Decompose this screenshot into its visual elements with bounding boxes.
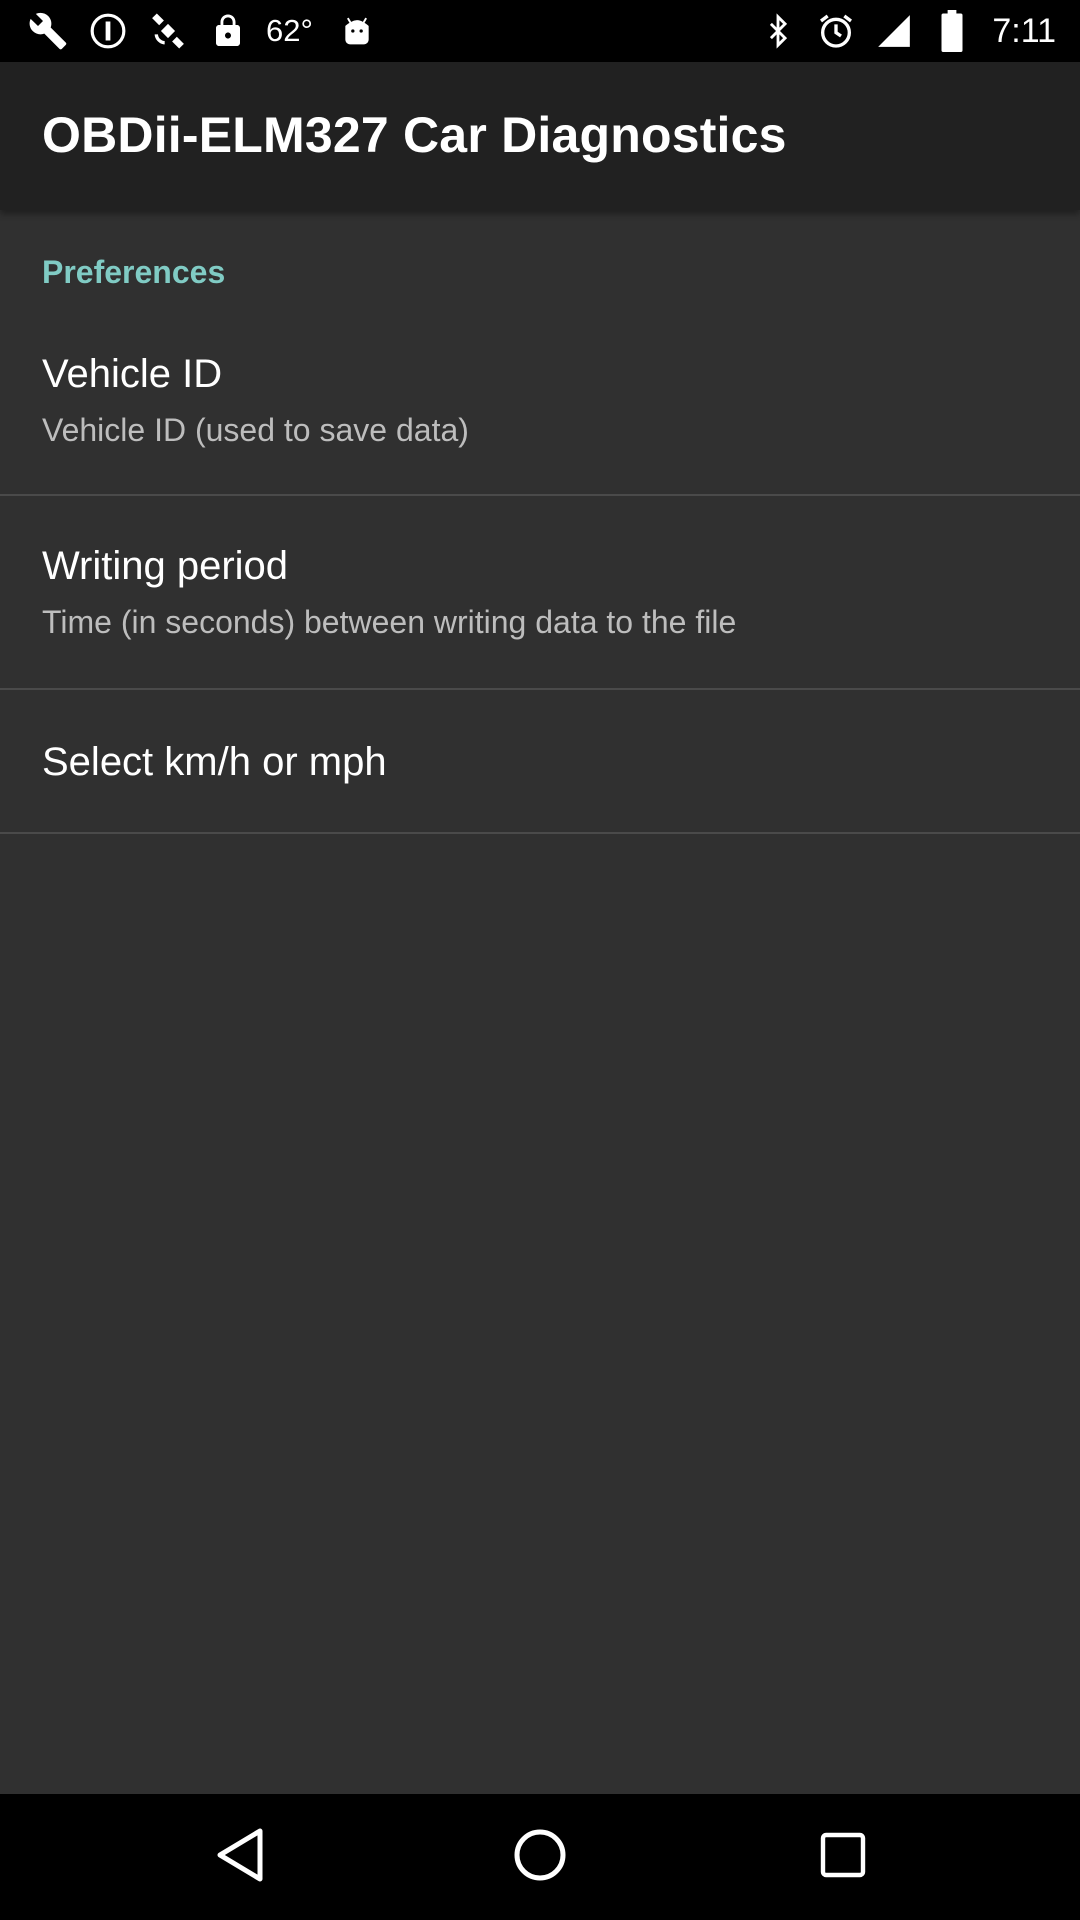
alert-circle-icon (86, 9, 130, 53)
pref-writing-period[interactable]: Writing period Time (in seconds) between… (0, 496, 1080, 690)
pref-vehicle-id[interactable]: Vehicle ID Vehicle ID (used to save data… (0, 316, 1080, 496)
temperature-text: 62° (266, 13, 313, 48)
clock-text: 7:11 (992, 11, 1056, 50)
settings-screen: 62° 7:11 OBDii-ELM327 Car Diagnostics Pr… (0, 0, 1080, 1920)
preferences-category-header: Preferences (42, 254, 226, 290)
pref-summary: Time (in seconds) between writing data t… (42, 604, 737, 640)
lock-icon (206, 9, 250, 53)
status-right: 7:11 (756, 0, 1080, 62)
status-bar: 62° 7:11 (0, 0, 1080, 62)
pref-title: Vehicle ID (42, 352, 223, 396)
home-icon (512, 1827, 568, 1888)
recents-icon (819, 1831, 867, 1884)
recents-button[interactable] (773, 1794, 913, 1920)
pref-summary: Vehicle ID (used to save data) (42, 412, 469, 448)
navigation-bar (0, 1794, 1080, 1920)
signal-icon (872, 9, 916, 53)
battery-icon (930, 9, 974, 53)
wrench-icon (26, 9, 70, 53)
satellite-gps-icon (146, 9, 190, 53)
app-title: OBDii-ELM327 Car Diagnostics (42, 107, 787, 163)
back-icon (212, 1825, 268, 1890)
pref-select-speed-unit[interactable]: Select km/h or mph (0, 690, 1080, 834)
alarm-clock-icon (814, 9, 858, 53)
bluetooth-icon (756, 9, 800, 53)
home-button[interactable] (470, 1794, 610, 1920)
pref-title: Select km/h or mph (42, 740, 387, 784)
android-icon (335, 9, 379, 53)
status-left: 62° (0, 0, 395, 62)
app-bar: OBDii-ELM327 Car Diagnostics (0, 62, 1080, 210)
pref-title: Writing period (42, 544, 289, 588)
back-button[interactable] (170, 1794, 310, 1920)
